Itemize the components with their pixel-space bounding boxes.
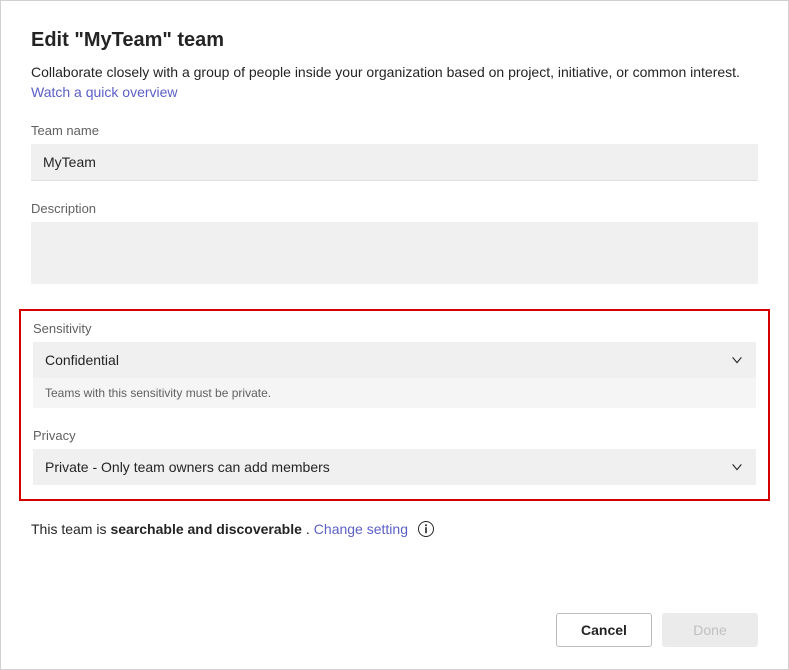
chevron-down-icon <box>730 353 744 367</box>
privacy-select[interactable]: Private - Only team owners can add membe… <box>33 449 756 485</box>
dialog-subtitle: Collaborate closely with a group of peop… <box>31 62 758 103</box>
team-name-label: Team name <box>31 123 758 138</box>
edit-team-dialog: Edit "MyTeam" team Collaborate closely w… <box>0 0 789 670</box>
description-input[interactable] <box>31 222 758 284</box>
privacy-label: Privacy <box>33 428 756 443</box>
sensitivity-field-block: Sensitivity Confidential Teams with this… <box>33 321 756 408</box>
cancel-button[interactable]: Cancel <box>556 613 652 647</box>
dialog-subtitle-text: Collaborate closely with a group of peop… <box>31 64 740 80</box>
searchable-bold: searchable and discoverable <box>110 521 301 537</box>
description-label: Description <box>31 201 758 216</box>
sensitivity-helper: Teams with this sensitivity must be priv… <box>33 378 756 408</box>
change-setting-link[interactable]: Change setting <box>314 521 408 537</box>
sensitivity-privacy-highlight: Sensitivity Confidential Teams with this… <box>19 309 770 501</box>
searchable-prefix: This team is <box>31 521 106 537</box>
done-button: Done <box>662 613 758 647</box>
chevron-down-icon <box>730 460 744 474</box>
privacy-field-block: Privacy Private - Only team owners can a… <box>33 428 756 485</box>
sensitivity-label: Sensitivity <box>33 321 756 336</box>
info-icon[interactable] <box>418 521 434 537</box>
team-name-field-block: Team name <box>31 123 758 181</box>
sensitivity-value: Confidential <box>45 352 119 368</box>
privacy-value: Private - Only team owners can add membe… <box>45 459 330 475</box>
team-name-input[interactable] <box>31 144 758 181</box>
watch-overview-link[interactable]: Watch a quick overview <box>31 84 178 100</box>
description-field-block: Description <box>31 201 758 289</box>
sensitivity-select[interactable]: Confidential <box>33 342 756 378</box>
dialog-title: Edit "MyTeam" team <box>31 29 758 52</box>
searchable-suffix: . <box>306 521 310 537</box>
dialog-button-row: Cancel Done <box>556 613 758 647</box>
searchable-row: This team is searchable and discoverable… <box>31 521 758 537</box>
